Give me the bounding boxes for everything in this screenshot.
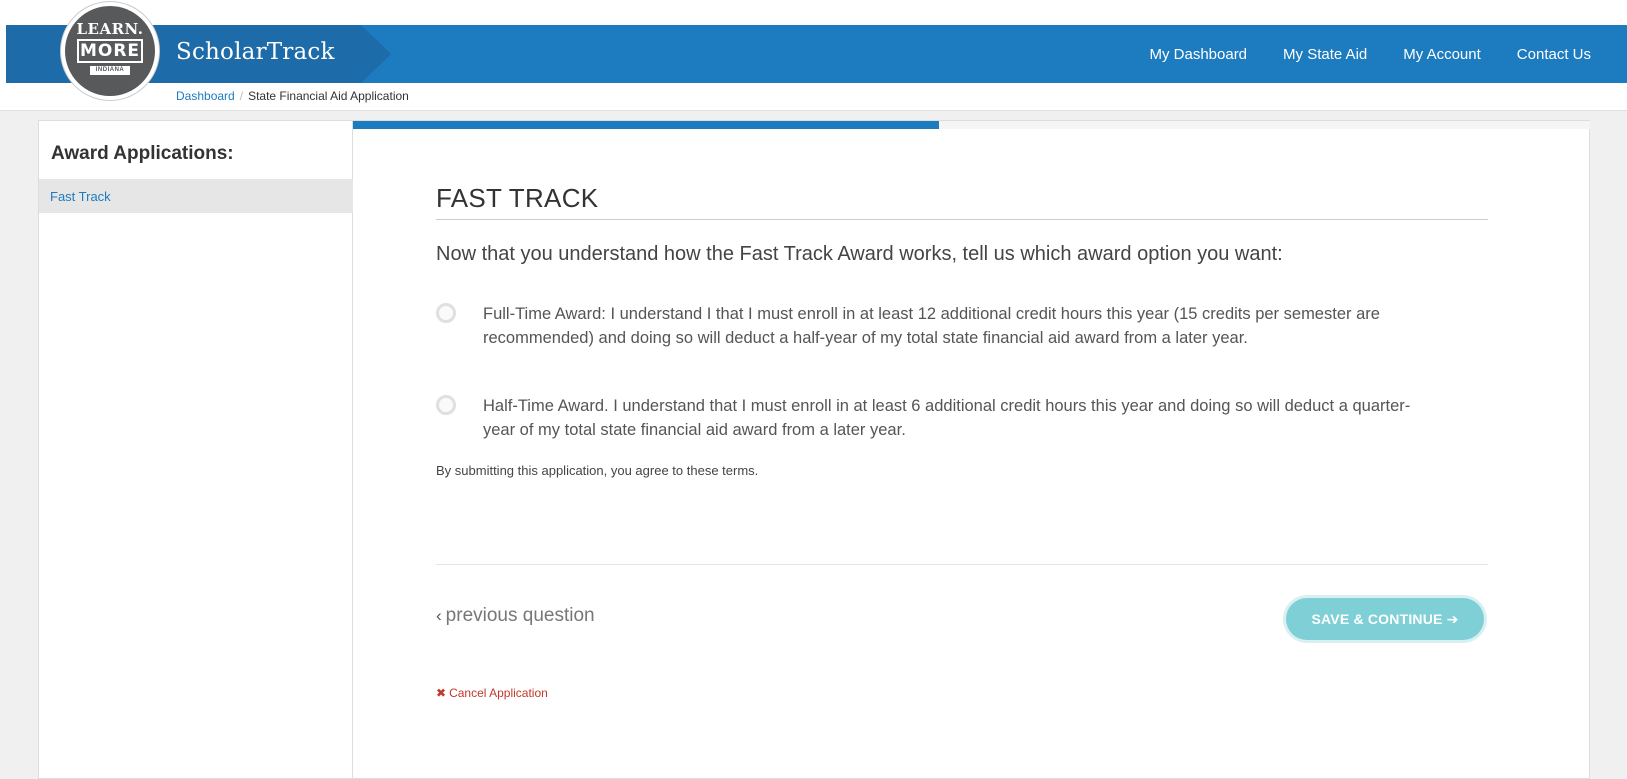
nav-my-state-aid[interactable]: My State Aid	[1283, 46, 1367, 63]
chevron-left-icon: ‹	[436, 606, 442, 625]
sidebar-item-label[interactable]: Fast Track	[50, 189, 111, 204]
option-half-time-award[interactable]: Half-Time Award. I understand that I mus…	[436, 394, 1416, 442]
sidebar-title: Award Applications:	[51, 143, 234, 164]
radio-half-time[interactable]	[436, 395, 456, 415]
previous-question-link[interactable]: ‹ previous question	[436, 605, 595, 627]
logo-indiana-text: INDIANA	[90, 66, 130, 75]
save-continue-label[interactable]: SAVE & CONTINUE	[1311, 611, 1442, 627]
progress-bar-fill	[353, 121, 940, 129]
cancel-application-link[interactable]: ✖ Cancel Application	[436, 686, 548, 700]
sidebar: Award Applications: Fast Track	[38, 120, 370, 779]
breadcrumb-current: State Financial Aid Application	[248, 89, 409, 103]
footer-divider	[436, 564, 1488, 565]
app-name[interactable]: ScholarTrack	[176, 39, 335, 65]
radio-full-time[interactable]	[436, 303, 456, 323]
save-continue-button[interactable]: SAVE & CONTINUE ➔	[1286, 598, 1484, 640]
breadcrumb: Dashboard / State Financial Aid Applicatio…	[176, 89, 409, 103]
application-panel: FAST TRACK Now that you understand how t…	[353, 120, 1590, 779]
nav-contact-us[interactable]: Contact Us	[1517, 46, 1591, 63]
breadcrumb-dashboard[interactable]: Dashboard	[176, 89, 235, 103]
option-label[interactable]: Half-Time Award. I understand that I mus…	[483, 394, 1416, 442]
section-title: FAST TRACK	[436, 183, 599, 213]
terms-notice: By submitting this application, you agre…	[436, 463, 759, 478]
main-nav: My Dashboard My State Aid My Account Con…	[1149, 25, 1627, 83]
top-navbar: ScholarTrack My Dashboard My State Aid M…	[6, 25, 1627, 83]
nav-my-account[interactable]: My Account	[1403, 46, 1481, 63]
arrow-right-icon: ➔	[1446, 611, 1459, 627]
learn-more-indiana-logo[interactable]: LEARN. MORE INDIANA	[61, 2, 159, 100]
breadcrumb-separator: /	[239, 89, 244, 103]
title-divider	[436, 219, 1488, 220]
progress-bar	[353, 121, 1590, 129]
logo-learn-text: LEARN.	[76, 20, 144, 38]
nav-my-dashboard[interactable]: My Dashboard	[1149, 46, 1247, 63]
logo-more-text: MORE	[77, 39, 143, 63]
cancel-application-label[interactable]: Cancel Application	[449, 686, 548, 700]
question-text: Now that you understand how the Fast Tra…	[436, 243, 1283, 265]
sidebar-item-fast-track[interactable]: Fast Track	[39, 179, 354, 213]
close-icon: ✖	[436, 686, 447, 700]
option-label[interactable]: Full-Time Award: I understand I that I m…	[483, 302, 1416, 350]
previous-question-label[interactable]: previous question	[446, 605, 595, 626]
option-full-time-award[interactable]: Full-Time Award: I understand I that I m…	[436, 302, 1416, 350]
